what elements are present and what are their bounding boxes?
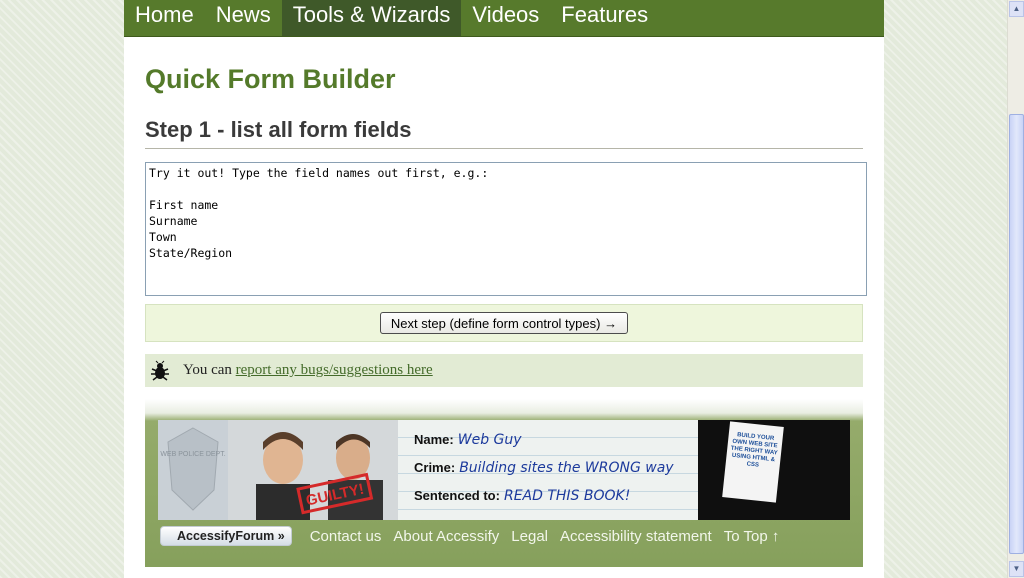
scroll-down-arrow-icon[interactable]: ▼ — [1009, 561, 1024, 577]
crime-label: Crime: — [414, 460, 456, 475]
main-content: Quick Form Builder Step 1 - list all for… — [145, 37, 867, 567]
name-row: Name: Web Guy — [414, 432, 522, 448]
bug-icon — [151, 360, 169, 381]
footer-links: AccessifyForum » Contact us About Access… — [160, 524, 791, 548]
footer: WEB POLICE DEPT. GUILTY! Name: Web Guy C… — [145, 399, 863, 567]
nav-item-home[interactable]: Home — [124, 0, 205, 36]
next-step-button[interactable]: Next step (define form control types) → — [379, 312, 629, 334]
badge-text: WEB POLICE DEPT. — [160, 451, 225, 458]
book-advert-banner[interactable]: WEB POLICE DEPT. GUILTY! Name: Web Guy C… — [158, 420, 850, 520]
name-label: Name: — [414, 432, 454, 447]
next-step-bar: Next step (define form control types) → — [145, 304, 863, 342]
mugshot-illustration: GUILTY! — [228, 420, 398, 520]
nav-item-news[interactable]: News — [205, 0, 282, 36]
vertical-scrollbar[interactable]: ▲ ▼ — [1007, 0, 1024, 578]
page-container: Home News Tools & Wizards Videos Feature… — [124, 0, 884, 578]
mugshot-photo: GUILTY! — [228, 420, 398, 520]
crime-value: Building sites the WRONG way — [459, 460, 674, 476]
footer-link-to-top[interactable]: To Top ↑ — [724, 528, 780, 545]
footer-link-contact[interactable]: Contact us — [310, 528, 382, 545]
top-navigation: Home News Tools & Wizards Videos Feature… — [124, 0, 884, 37]
name-value: Web Guy — [457, 432, 522, 448]
book-cover-area: BUILD YOUR OWN WEB SITE THE RIGHT WAY US… — [698, 420, 850, 520]
nav-item-videos[interactable]: Videos — [461, 0, 550, 36]
bug-report-prefix: You can — [183, 362, 236, 378]
nav-item-features[interactable]: Features — [550, 0, 659, 36]
scroll-up-arrow-icon[interactable]: ▲ — [1009, 1, 1024, 17]
scrollbar-thumb[interactable] — [1009, 114, 1024, 554]
bug-report-bar: You can report any bugs/suggestions here — [145, 354, 863, 387]
sentence-label: Sentenced to: — [414, 488, 500, 503]
crime-row: Crime: Building sites the WRONG way — [414, 460, 674, 476]
footer-link-accessibility[interactable]: Accessibility statement — [560, 528, 712, 545]
police-badge-icon: WEB POLICE DEPT. — [160, 427, 226, 511]
report-bugs-link[interactable]: report any bugs/suggestions here — [236, 362, 433, 378]
sentence-value: READ THIS BOOK! — [503, 488, 631, 504]
book-cover: BUILD YOUR OWN WEB SITE THE RIGHT WAY US… — [722, 421, 784, 503]
accessify-forum-button[interactable]: AccessifyForum » — [160, 526, 292, 546]
nav-item-tools-wizards[interactable]: Tools & Wizards — [281, 0, 462, 36]
step-heading: Step 1 - list all form fields — [145, 117, 863, 149]
police-badge-graphic: WEB POLICE DEPT. — [158, 420, 228, 520]
footer-link-about[interactable]: About Accessify — [393, 528, 499, 545]
footer-link-legal[interactable]: Legal — [511, 528, 548, 545]
charge-sheet: Name: Web Guy Crime: Building sites the WR… — [398, 420, 698, 520]
sentence-row: Sentenced to: READ THIS BOOK! — [414, 488, 630, 504]
bug-report-text: You can report any bugs/suggestions here — [183, 362, 433, 379]
form-fields-textarea[interactable] — [145, 162, 867, 296]
page-title: Quick Form Builder — [145, 64, 396, 94]
